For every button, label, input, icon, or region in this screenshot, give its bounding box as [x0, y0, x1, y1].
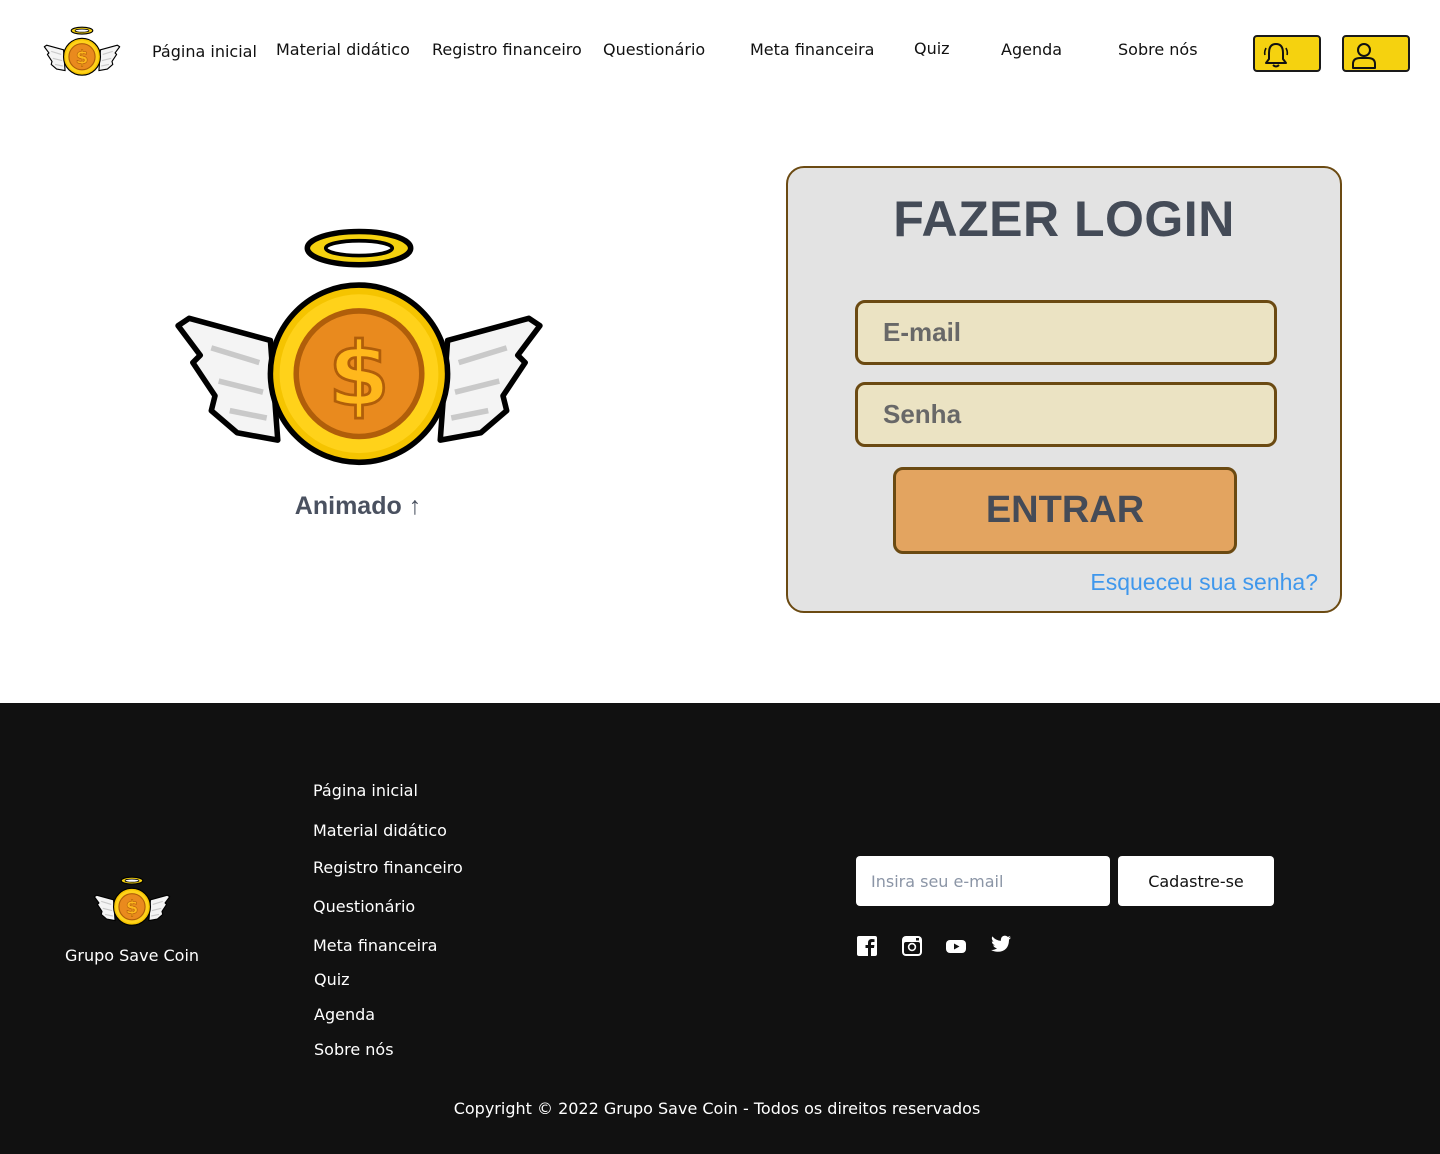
copyright-text: Copyright © 2022 Grupo Save Coin - Todos… — [453, 1099, 981, 1118]
nav-link-sobre[interactable]: Sobre nós — [1118, 40, 1198, 59]
nav-link-agenda[interactable]: Agenda — [1001, 40, 1062, 59]
footer-link-home[interactable]: Página inicial — [313, 781, 418, 800]
nav-link-quiz[interactable]: Quiz — [914, 39, 950, 58]
twitter-icon[interactable] — [990, 933, 1012, 955]
instagram-icon[interactable] — [901, 935, 923, 957]
user-icon — [1352, 43, 1376, 69]
nav-link-meta[interactable]: Meta financeira — [750, 40, 874, 59]
login-title: FAZER LOGIN — [893, 191, 1235, 247]
login-card: FAZER LOGIN ENTRAR Esqueceu sua senha? — [786, 166, 1342, 613]
nav-link-home[interactable]: Página inicial — [152, 42, 257, 61]
angel-coin-logo-icon[interactable] — [42, 26, 122, 76]
footer-link-questionario[interactable]: Questionário — [313, 897, 415, 916]
notifications-button[interactable] — [1253, 35, 1321, 72]
nav-link-registro[interactable]: Registro financeiro — [432, 40, 582, 59]
footer-link-quiz[interactable]: Quiz — [314, 970, 350, 989]
footer-link-agenda[interactable]: Agenda — [314, 1005, 375, 1024]
nav-link-material[interactable]: Material didático — [276, 40, 410, 59]
forgot-password-link[interactable]: Esqueceu sua senha? — [1090, 569, 1318, 596]
animated-caption: Animado ↑ — [294, 492, 422, 520]
footer-link-registro[interactable]: Registro financeiro — [313, 858, 463, 877]
newsletter-signup-button[interactable]: Cadastre-se — [1118, 856, 1274, 906]
footer-link-sobre[interactable]: Sobre nós — [314, 1040, 394, 1059]
nav-link-questionario[interactable]: Questionário — [603, 40, 705, 59]
top-navbar: Página inicial Material didático Registr… — [0, 0, 1440, 100]
newsletter-email-input[interactable] — [856, 856, 1110, 906]
angel-coin-hero-icon — [160, 226, 558, 466]
footer-link-material[interactable]: Material didático — [313, 821, 447, 840]
bell-icon — [1263, 43, 1289, 68]
login-button[interactable]: ENTRAR — [893, 467, 1237, 554]
password-field[interactable] — [855, 382, 1277, 447]
footer: Grupo Save Coin Página inicial Material … — [0, 703, 1440, 1154]
email-field[interactable] — [855, 300, 1277, 365]
profile-button[interactable] — [1342, 35, 1410, 72]
youtube-icon[interactable] — [945, 935, 967, 957]
footer-link-meta[interactable]: Meta financeira — [313, 936, 437, 955]
footer-brand: Grupo Save Coin — [65, 946, 200, 965]
facebook-icon[interactable] — [856, 935, 878, 957]
angel-coin-footer-icon — [93, 876, 171, 926]
